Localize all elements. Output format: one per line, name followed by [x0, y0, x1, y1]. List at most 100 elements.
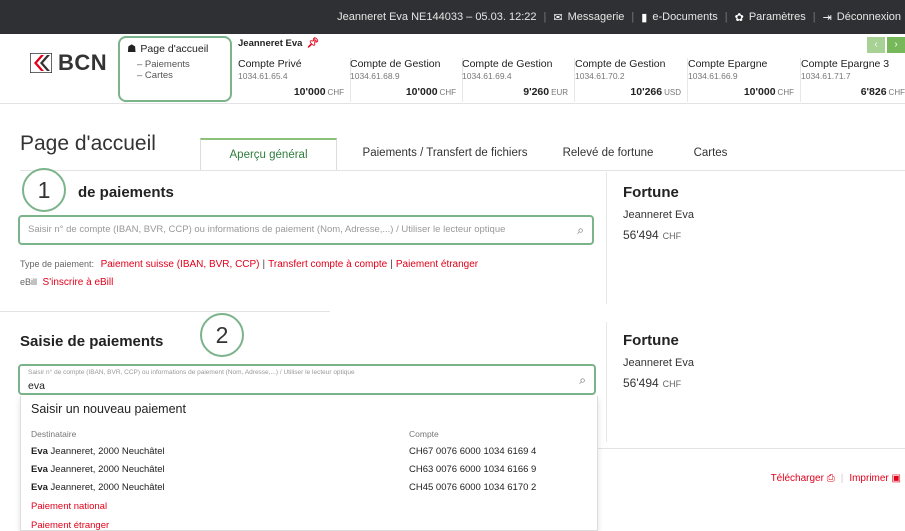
divider	[20, 170, 905, 171]
suggestion-row[interactable]: Eva Jeanneret, 2000 Neuchâtel CH45 0076 …	[21, 479, 597, 497]
nav-item-cartes[interactable]: – Cartes	[127, 70, 224, 81]
account-name: Compte de Gestion	[575, 58, 666, 70]
divider: |	[631, 11, 635, 23]
payment-swiss-link[interactable]: Paiement suisse (IBAN, BVR, CCP)	[101, 259, 260, 270]
scroll-left-button[interactable]: ‹	[867, 37, 885, 53]
suggestion-account: CH63 0076 6000 1034 6166 9	[409, 464, 537, 475]
search-value: eva	[28, 380, 45, 392]
account-balance-value: 10'000	[293, 86, 326, 98]
divider	[0, 311, 330, 312]
account-number: 1034.61.66.9	[688, 71, 738, 81]
account-balance: 10'000 CHF	[406, 86, 456, 98]
parametres-link[interactable]: ✿ Paramètres	[735, 11, 806, 24]
national-payment-link[interactable]: Paiement national	[31, 501, 107, 512]
divider: |	[812, 11, 816, 23]
download-link[interactable]: Télécharger ⎙	[771, 473, 835, 484]
account-number: 1034.61.65.4	[238, 71, 288, 81]
account-currency: EUR	[551, 88, 568, 97]
account-card[interactable]: Compte Epargne 3 1034.61.71.7 6'826 CHF	[801, 58, 905, 102]
tab-paiements[interactable]: Paiements / Transfert de fichiers	[337, 138, 553, 170]
tab-apercu-general[interactable]: Aperçu général	[200, 138, 337, 170]
foreign-payment-link[interactable]: Paiement étranger	[31, 520, 109, 531]
payment-section-title: Saisie de paiements	[20, 333, 164, 350]
search-icon[interactable]: ⌕	[579, 373, 586, 388]
suggestion-row[interactable]: Eva Jeanneret, 2000 Neuchâtel CH63 0076 …	[21, 461, 597, 479]
suggestion-account: CH67 0076 6000 1034 6169 4	[409, 446, 537, 457]
step-marker-2: 2	[200, 313, 244, 357]
messagerie-link[interactable]: ✉ Messagerie	[553, 11, 624, 24]
divider: |	[724, 11, 728, 23]
page-title: Page d'accueil	[20, 132, 156, 155]
account-balance-value: 10'000	[743, 86, 776, 98]
accounts-scroll: ‹ ›	[867, 37, 905, 53]
divider	[606, 172, 607, 304]
fortune-panel: Fortune Jeanneret Eva 56'494 CHF	[623, 184, 694, 242]
account-balance: 9'260 EUR	[523, 86, 568, 98]
fortune-amount: 56'494	[623, 376, 659, 390]
transfer-link[interactable]: Transfert compte à compte	[268, 259, 387, 270]
column-header-destinataire: Destinataire	[31, 429, 77, 439]
account-balance: 10'266 USD	[630, 86, 681, 98]
account-name: Compte Epargne 3	[801, 58, 890, 70]
fortune-owner: Jeanneret Eva	[623, 357, 694, 369]
payment-search-input-active[interactable]: Saisir n° de compte (IBAN, BVR, CCP) ou …	[18, 364, 596, 395]
fortune-amount: 56'494	[623, 228, 659, 242]
header: BCN ☗ Page d'accueil – Paiements – Carte…	[0, 34, 905, 104]
parametres-label: Paramètres	[748, 11, 806, 23]
account-currency: USD	[664, 88, 681, 97]
pin-icon[interactable]: 📌︎	[306, 38, 319, 49]
scroll-right-button[interactable]: ›	[887, 37, 905, 53]
divider: |	[262, 259, 266, 270]
envelope-icon: ✉	[553, 11, 563, 24]
suggestion-recipient: Eva Jeanneret, 2000 Neuchâtel	[31, 464, 165, 475]
ebill-subscribe-link[interactable]: S'inscrire à eBill	[43, 277, 114, 288]
suggestion-address: Jeanneret, 2000 Neuchâtel	[47, 464, 165, 475]
edocuments-link[interactable]: ▮ e-Documents	[641, 11, 717, 24]
print-link[interactable]: Imprimer ▣	[849, 473, 901, 484]
pdf-icon: ⎙	[826, 473, 835, 484]
divider: |	[840, 473, 844, 484]
divider: |	[390, 259, 393, 270]
nav-home[interactable]: ☗ Page d'accueil	[127, 43, 224, 55]
account-card[interactable]: Compte de Gestion 1034.61.70.2 10'266 USD	[575, 58, 688, 102]
bcn-logo-text: BCN	[58, 50, 108, 75]
suggestion-match: Eva	[31, 464, 48, 475]
search-icon[interactable]: ⌕	[577, 223, 584, 238]
nav-item-paiements[interactable]: – Paiements	[127, 59, 224, 70]
column-header-compte: Compte	[409, 429, 439, 439]
deconnexion-label: Déconnexion	[836, 11, 901, 23]
document-icon: ▮	[641, 11, 648, 24]
fortune-panel: Fortune Jeanneret Eva 56'494 CHF	[623, 332, 694, 390]
search-placeholder: Saisir n° de compte (IBAN, BVR, CCP) ou …	[28, 224, 506, 235]
payment-foreign-link[interactable]: Paiement étranger	[396, 259, 478, 270]
ebill-label: eBill	[20, 277, 38, 287]
account-number: 1034.61.69.4	[462, 71, 512, 81]
payment-type-links: Type de paiement: Paiement suisse (IBAN,…	[20, 259, 478, 270]
deconnexion-link[interactable]: ⇥ Déconnexion	[823, 11, 901, 24]
tab-cartes[interactable]: Cartes	[663, 138, 758, 170]
bcn-logo[interactable]: BCN	[30, 50, 107, 76]
payment-type-label: Type de paiement:	[20, 259, 95, 269]
account-card[interactable]: Compte de Gestion 1034.61.68.9 10'000 CHF	[350, 58, 463, 102]
account-name: Compte de Gestion	[350, 58, 441, 70]
tab-bar: Aperçu général Paiements / Transfert de …	[200, 138, 758, 170]
search-field-label: Saisir n° de compte (IBAN, BVR, CCP) ou …	[28, 369, 355, 376]
account-card[interactable]: Compte Epargne 1034.61.66.9 10'000 CHF	[688, 58, 801, 102]
account-card[interactable]: Compte Privé 1034.61.65.4 10'000 CHF	[238, 58, 351, 102]
account-name: Compte Privé	[238, 58, 302, 70]
tab-releve-fortune[interactable]: Relevé de fortune	[553, 138, 663, 170]
suggestion-address: Jeanneret, 2000 Neuchâtel	[47, 446, 165, 457]
home-icon: ☗	[127, 43, 137, 55]
suggestion-match: Eva	[31, 446, 48, 457]
payment-search-input[interactable]: Saisir n° de compte (IBAN, BVR, CCP) ou …	[18, 215, 594, 245]
divider	[606, 322, 607, 442]
suggestion-row[interactable]: Eva Jeanneret, 2000 Neuchâtel CH67 0076 …	[21, 443, 597, 461]
fortune-currency: CHF	[662, 231, 682, 241]
account-card[interactable]: Compte de Gestion 1034.61.69.4 9'260 EUR	[462, 58, 575, 102]
account-currency: CHF	[439, 88, 456, 97]
account-number: 1034.61.68.9	[350, 71, 400, 81]
user-session-info: Jeanneret Eva NE144033 – 05.03. 12:22	[337, 11, 537, 23]
fortune-title: Fortune	[623, 184, 679, 201]
nav-home-label: Page d'accueil	[140, 43, 209, 55]
account-balance: 6'826 CHF	[861, 86, 905, 98]
